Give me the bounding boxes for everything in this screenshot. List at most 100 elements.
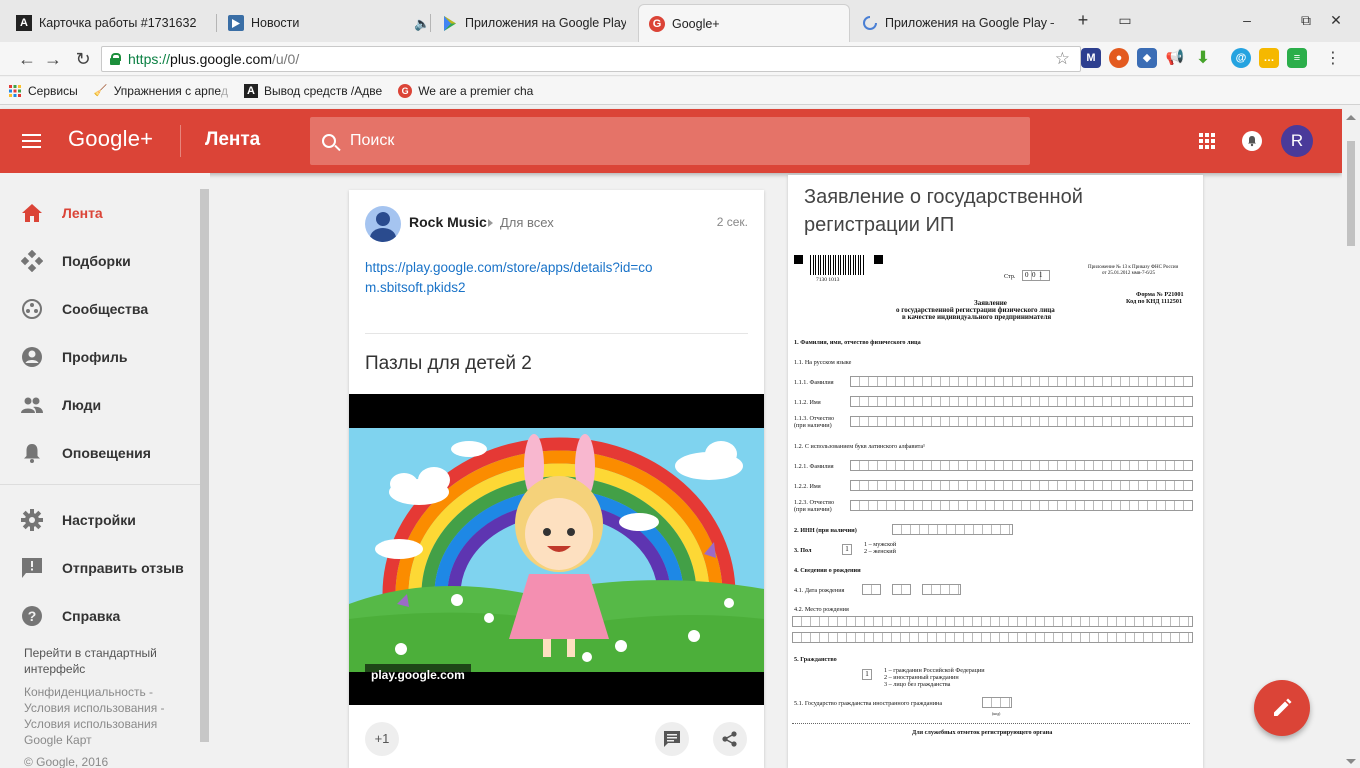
pencil-icon xyxy=(1274,698,1292,716)
restore-button[interactable]: ⧉ xyxy=(1296,12,1316,29)
doc-section: 5. Гражданство xyxy=(794,656,837,663)
document-post-card[interactable]: Заявление о государственной регистрации … xyxy=(788,175,1203,768)
address-bar[interactable]: https:// plus.google.com /u/0/ ☆ xyxy=(101,46,1081,72)
new-tab-button[interactable]: + xyxy=(1073,10,1093,31)
post-link[interactable]: https://play.google.com/store/apps/detai… xyxy=(365,258,665,298)
list-extension-icon[interactable]: ≡ xyxy=(1287,48,1307,68)
doc-cells xyxy=(982,697,1012,708)
nav-item-communities[interactable]: Сообщества xyxy=(0,285,200,333)
classic-interface-link[interactable]: Перейти в стандартный интерфейс xyxy=(24,645,174,677)
comment-icon xyxy=(664,731,680,747)
minimize-button[interactable]: – xyxy=(1237,12,1257,28)
url-host: plus.google.com xyxy=(170,51,272,67)
loading-spinner-icon xyxy=(862,15,878,31)
search-box[interactable] xyxy=(310,117,1030,165)
nav-item-feedback[interactable]: Отправить отзыв xyxy=(0,544,200,592)
favicon-a-icon: A xyxy=(244,83,259,98)
scroll-up-arrow-icon[interactable] xyxy=(1346,115,1356,120)
doc-field-label: (при наличии) xyxy=(794,422,832,429)
bookmark-item[interactable]: G We are a premier cha xyxy=(398,83,533,98)
extension-icon[interactable]: ● xyxy=(1109,48,1129,68)
preview-domain[interactable]: play.google.com xyxy=(365,664,471,686)
author-avatar[interactable] xyxy=(365,206,401,242)
close-window-button[interactable]: ✕ xyxy=(1326,12,1346,29)
page-label: Стр. xyxy=(1004,273,1016,280)
browser-tab-active[interactable]: G Google+ xyxy=(638,4,850,42)
tab-audio-icon[interactable]: 🔈 xyxy=(414,16,430,32)
tab-title: Приложения на Google Play – ( xyxy=(885,16,1054,30)
nav-item-home[interactable]: Лента xyxy=(0,189,200,237)
maps-terms-link[interactable]: Условия использования xyxy=(24,716,157,732)
bookmark-item[interactable]: 🧹 Упражнения с арпе д xyxy=(94,84,228,98)
document-page-image[interactable]: 7130 1013 Стр. 001 Приложение № 13 к При… xyxy=(788,249,1203,768)
bookmark-item[interactable]: A Вывод средств /Адве xyxy=(244,83,382,98)
privacy-link[interactable]: Конфиденциальность - xyxy=(24,684,153,700)
nav-item-profile[interactable]: Профиль xyxy=(0,333,200,381)
google-plus-logo[interactable]: Google+ xyxy=(68,126,153,152)
scrollbar-thumb[interactable] xyxy=(1347,141,1355,246)
chat-bubble-icon[interactable]: … xyxy=(1259,48,1279,68)
terms-link[interactable]: Условия использования - xyxy=(24,700,165,716)
maps-terms-link-2[interactable]: Google Карт xyxy=(24,732,92,748)
scroll-down-arrow-icon[interactable] xyxy=(1346,759,1356,764)
extension-icon[interactable]: M xyxy=(1081,48,1101,68)
preview-image[interactable]: play.google.com xyxy=(349,394,764,705)
document-title[interactable]: Заявление о государственной регистрации … xyxy=(804,183,1134,239)
apps-grid-icon xyxy=(8,84,22,98)
post-timestamp[interactable]: 2 сек. xyxy=(717,215,748,229)
comment-button[interactable] xyxy=(655,722,689,756)
nav-item-notifications[interactable]: Оповещения xyxy=(0,429,200,477)
bookmark-label-fade: д xyxy=(221,83,229,98)
gplus-app-bar: Google+ Лента R xyxy=(0,109,1342,173)
plus-one-button[interactable]: +1 xyxy=(365,722,399,756)
browser-tab[interactable]: A Карточка работы #17316323.12 xyxy=(6,6,206,40)
back-button[interactable]: ← xyxy=(16,48,38,70)
doc-cells xyxy=(850,480,1193,491)
browser-tab[interactable]: Приложения на Google Play – ( xyxy=(852,6,1064,40)
doc-section: 1. Фамилия, имя, отчество физического ли… xyxy=(794,339,921,346)
bookmarks-bar: Сервисы 🧹 Упражнения с арпе д A Вывод сре… xyxy=(0,77,1360,105)
bookmark-star-icon[interactable]: ☆ xyxy=(1055,49,1070,69)
registration-mark xyxy=(794,255,803,264)
browser-tab[interactable]: Приложения на Google Play – ( xyxy=(432,6,636,40)
reload-button[interactable]: ↻ xyxy=(72,48,94,70)
secure-lock-icon xyxy=(110,53,121,65)
compose-button[interactable] xyxy=(1254,680,1310,736)
page-number: 001 xyxy=(1022,270,1050,281)
profile-icon xyxy=(20,345,44,369)
at-sign-icon[interactable]: @ xyxy=(1231,48,1251,68)
tab-overview-icon[interactable]: ▭ xyxy=(1115,12,1135,29)
megaphone-icon[interactable]: 📢 xyxy=(1165,48,1185,68)
page-scrollbar[interactable] xyxy=(1342,109,1360,768)
browser-tab-strip: A Карточка работы #17316323.12 Новости 🔈… xyxy=(0,0,1360,46)
doc-section: 4. Сведения о рождении xyxy=(794,567,861,574)
doc-cells xyxy=(792,616,1193,627)
nav-item-label: Люди xyxy=(62,397,102,413)
nav-item-settings[interactable]: Настройки xyxy=(0,496,200,544)
preview-title[interactable]: Пазлы для детей 2 xyxy=(365,353,532,375)
nav-item-help[interactable]: ? Справка xyxy=(0,592,200,640)
doc-footer-note: Для служебных отметок регистрирующего ор… xyxy=(912,729,1053,736)
nav-scrollbar[interactable] xyxy=(200,189,209,742)
notifications-bell-icon[interactable] xyxy=(1242,131,1262,151)
account-avatar[interactable]: R xyxy=(1281,125,1313,157)
extension-icon[interactable]: ◆ xyxy=(1137,48,1157,68)
svg-text:?: ? xyxy=(28,608,37,624)
forward-button[interactable]: → xyxy=(42,48,64,70)
doc-cells xyxy=(892,584,911,595)
tab-title: Приложения на Google Play – ( xyxy=(465,16,626,30)
search-input[interactable] xyxy=(350,132,950,150)
share-button[interactable] xyxy=(713,722,747,756)
gear-icon xyxy=(20,508,44,532)
hamburger-menu-icon[interactable] xyxy=(22,134,41,148)
page-title: Лента xyxy=(205,129,261,150)
bookmark-services[interactable]: Сервисы xyxy=(8,84,78,98)
nav-item-people[interactable]: Люди xyxy=(0,381,200,429)
browser-tab[interactable]: Новости xyxy=(218,6,428,40)
nav-item-collections[interactable]: Подборки xyxy=(0,237,200,285)
browser-menu-icon[interactable]: ⋮ xyxy=(1322,48,1344,70)
google-apps-icon[interactable] xyxy=(1199,133,1215,149)
post-audience[interactable]: Для всех xyxy=(500,215,554,230)
download-arrow-icon[interactable]: ⬇ xyxy=(1193,48,1213,68)
post-author[interactable]: Rock Music xyxy=(409,214,487,230)
